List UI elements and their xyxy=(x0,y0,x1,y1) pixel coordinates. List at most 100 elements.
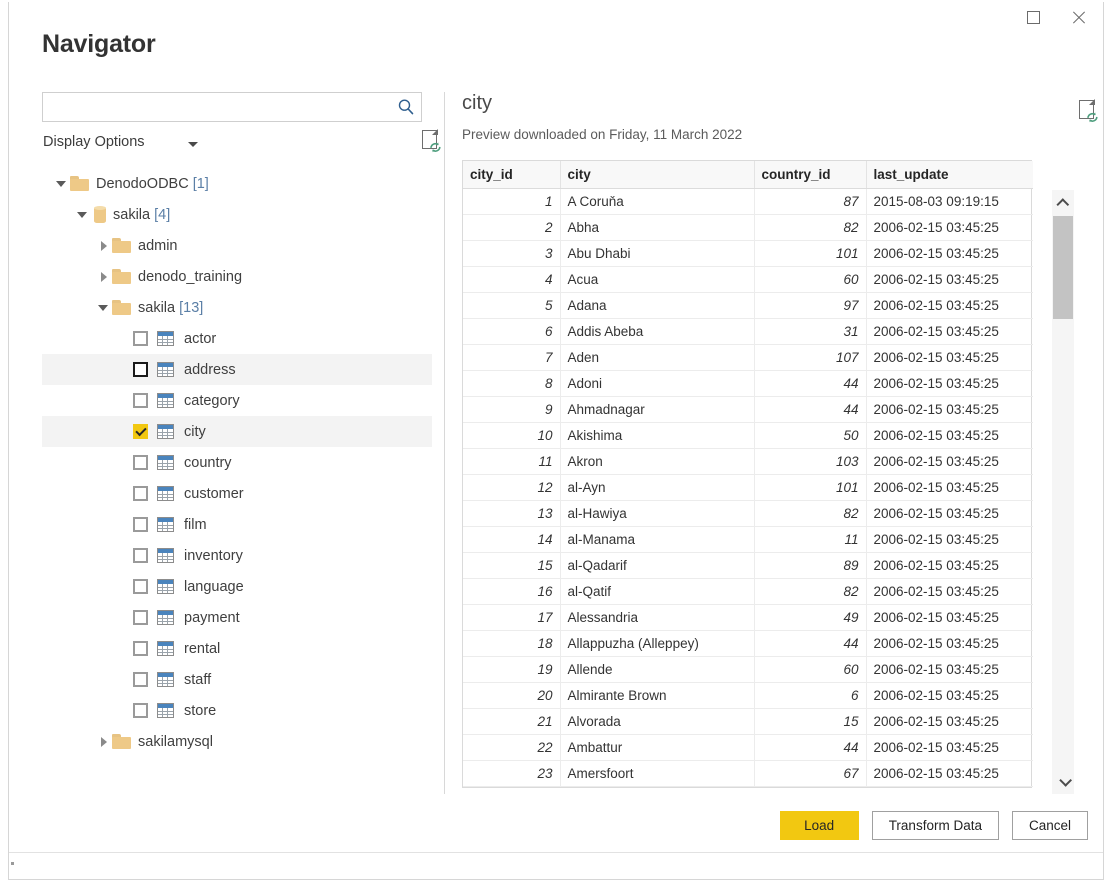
cancel-button[interactable]: Cancel xyxy=(1012,811,1088,840)
cell-city_id: 15 xyxy=(463,552,560,578)
tree-item-rental[interactable]: rental xyxy=(42,633,432,664)
object-tree[interactable]: DenodoODBC [1] sakila [4]admin denodo_trai… xyxy=(42,168,432,757)
folder-icon xyxy=(112,269,131,284)
cell-country_id: 101 xyxy=(754,474,866,500)
cell-country_id: 82 xyxy=(754,500,866,526)
cell-city: al-Qadarif xyxy=(560,552,754,578)
checkbox-film[interactable] xyxy=(133,517,148,532)
tree-item-staff[interactable]: staff xyxy=(42,664,432,695)
column-header-city[interactable]: city xyxy=(560,161,754,188)
chevron-down-icon xyxy=(1059,774,1072,787)
column-header-city_id[interactable]: city_id xyxy=(463,161,560,188)
cell-city: Alvorada xyxy=(560,708,754,734)
checkbox-staff[interactable] xyxy=(133,672,148,687)
tree-item-store[interactable]: store xyxy=(42,695,432,726)
tree-item-sakilamysql[interactable]: sakilamysql xyxy=(42,726,432,757)
tree-item-sakila[interactable]: sakila [4] xyxy=(42,199,432,230)
search-input[interactable] xyxy=(43,93,391,121)
expander-open-icon[interactable] xyxy=(75,199,91,230)
footer-separator xyxy=(9,852,1103,853)
tree-item-sakila-sub[interactable]: sakila [13] xyxy=(42,292,432,323)
preview-subtitle: Preview downloaded on Friday, 11 March 2… xyxy=(462,127,742,142)
tree-item-category[interactable]: category xyxy=(42,385,432,416)
checkbox-inventory[interactable] xyxy=(133,548,148,563)
expander-spacer xyxy=(117,571,133,602)
tree-item-actor[interactable]: actor xyxy=(42,323,432,354)
checkbox-country[interactable] xyxy=(133,455,148,470)
table-icon xyxy=(157,455,174,470)
tree-item-customer[interactable]: customer xyxy=(42,478,432,509)
cell-city_id: 6 xyxy=(463,318,560,344)
cell-country_id: 101 xyxy=(754,240,866,266)
resize-handle[interactable] xyxy=(11,862,14,865)
tree-item-film[interactable]: film xyxy=(42,509,432,540)
checkbox-payment[interactable] xyxy=(133,610,148,625)
cell-city_id: 11 xyxy=(463,448,560,474)
checkbox-address[interactable] xyxy=(133,362,148,377)
cell-city: A Coruňa xyxy=(560,188,754,214)
table-icon xyxy=(157,424,174,439)
cell-country_id: 82 xyxy=(754,214,866,240)
checkbox-category[interactable] xyxy=(133,393,148,408)
expander-closed-icon[interactable] xyxy=(96,261,112,292)
tree-item-denodo_training[interactable]: denodo_training xyxy=(42,261,432,292)
scroll-down-button[interactable] xyxy=(1052,770,1074,794)
load-button[interactable]: Load xyxy=(780,811,859,840)
chevron-down-icon[interactable] xyxy=(188,142,198,147)
tree-item-payment[interactable]: payment xyxy=(42,602,432,633)
cell-city: Adana xyxy=(560,292,754,318)
tree-item-label: denodo_training xyxy=(138,269,242,285)
table-icon xyxy=(157,362,174,377)
tree-item-address[interactable]: address xyxy=(42,354,432,385)
preview-scrollbar[interactable] xyxy=(1052,190,1074,794)
table-row: 12al-Ayn1012006-02-15 03:45:25 xyxy=(463,474,1033,500)
scroll-up-button[interactable] xyxy=(1052,190,1074,214)
expander-closed-icon[interactable] xyxy=(96,230,112,261)
tree-item-country[interactable]: country xyxy=(42,447,432,478)
cell-city: Akishima xyxy=(560,422,754,448)
expander-closed-icon[interactable] xyxy=(96,726,112,757)
table-row: 2Abha822006-02-15 03:45:25 xyxy=(463,214,1033,240)
cell-city: Abha xyxy=(560,214,754,240)
navigator-dialog: Navigator Display Options xyxy=(8,2,1104,880)
expander-open-icon[interactable] xyxy=(54,168,70,199)
preview-pane: city Preview downloaded on Friday, 11 Ma… xyxy=(461,92,1081,797)
tree-item-city[interactable]: city xyxy=(42,416,432,447)
preview-grid: city_idcitycountry_idlast_update 1A Coru… xyxy=(462,160,1032,788)
maximize-button[interactable] xyxy=(1011,2,1056,32)
cell-city_id: 14 xyxy=(463,526,560,552)
tree-item-language[interactable]: language xyxy=(42,571,432,602)
checkbox-customer[interactable] xyxy=(133,486,148,501)
tree-item-label: store xyxy=(184,703,216,719)
expander-spacer xyxy=(117,602,133,633)
expander-open-icon[interactable] xyxy=(96,292,112,323)
search-box[interactable] xyxy=(42,92,422,122)
column-header-country_id[interactable]: country_id xyxy=(754,161,866,188)
cell-country_id: 49 xyxy=(754,604,866,630)
tree-item-DenodoODBC[interactable]: DenodoODBC [1] xyxy=(42,168,432,199)
close-button[interactable] xyxy=(1056,2,1101,32)
transform-data-button[interactable]: Transform Data xyxy=(872,811,999,840)
table-row: 19Allende602006-02-15 03:45:25 xyxy=(463,656,1033,682)
tree-item-label: language xyxy=(184,579,244,595)
cell-city: al-Hawiya xyxy=(560,500,754,526)
expander-spacer xyxy=(117,385,133,416)
checkbox-store[interactable] xyxy=(133,703,148,718)
cell-country_id: 107 xyxy=(754,344,866,370)
tree-item-admin[interactable]: admin xyxy=(42,230,432,261)
cell-city: Amersfoort xyxy=(560,760,754,786)
checkbox-rental[interactable] xyxy=(133,641,148,656)
display-options-button[interactable]: Display Options xyxy=(43,134,145,150)
scrollbar-thumb[interactable] xyxy=(1053,216,1073,319)
page-title: Navigator xyxy=(42,30,156,59)
cell-last_update: 2006-02-15 03:45:25 xyxy=(866,214,1033,240)
column-header-last_update[interactable]: last_update xyxy=(866,161,1033,188)
search-icon[interactable] xyxy=(391,93,421,121)
checkbox-language[interactable] xyxy=(133,579,148,594)
checkbox-city[interactable] xyxy=(133,424,148,439)
cell-country_id: 89 xyxy=(754,552,866,578)
tree-item-label: DenodoODBC [1] xyxy=(96,176,209,192)
table-row: 16al-Qatif822006-02-15 03:45:25 xyxy=(463,578,1033,604)
checkbox-actor[interactable] xyxy=(133,331,148,346)
tree-item-inventory[interactable]: inventory xyxy=(42,540,432,571)
